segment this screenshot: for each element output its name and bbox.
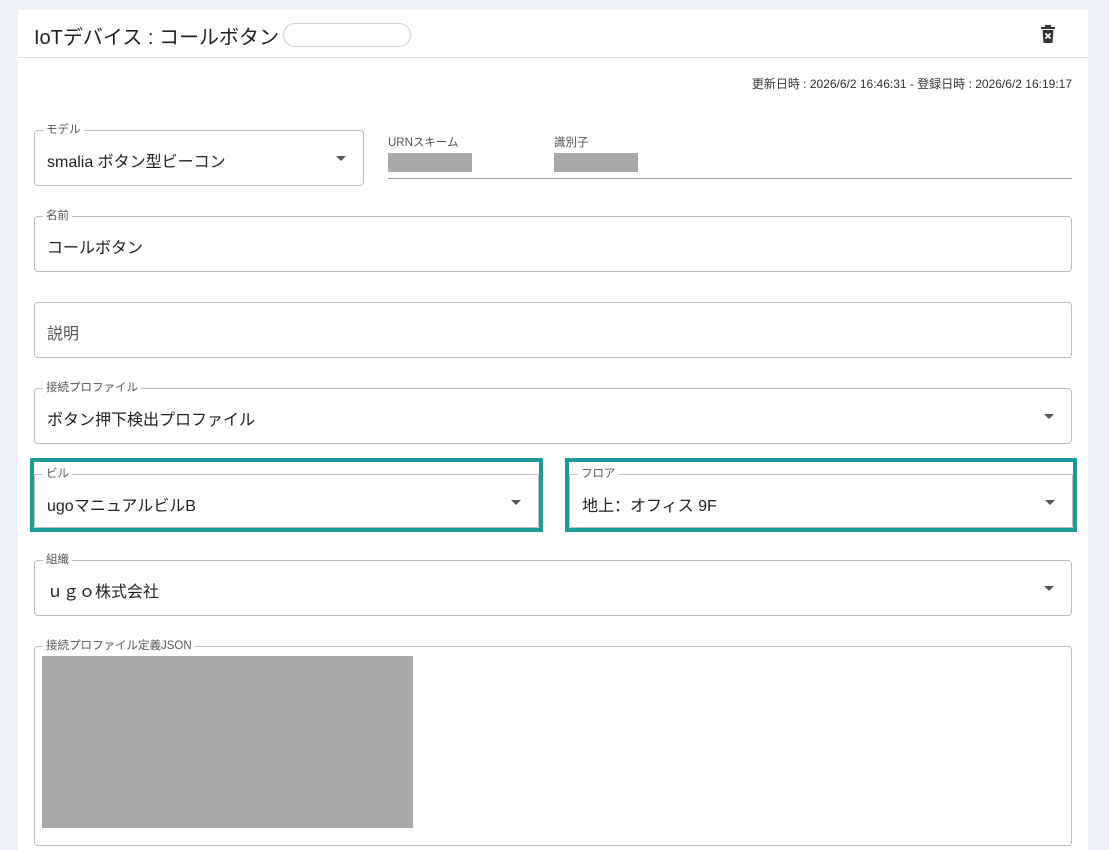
panel-header: IoTデバイス : コールボタン	[18, 10, 1088, 58]
profile-json-redacted	[42, 656, 413, 828]
trash-icon	[1041, 25, 1055, 43]
building-value: ugoマニュアルビルB	[47, 498, 196, 515]
delete-button[interactable]	[1036, 22, 1060, 46]
profile-json-field[interactable]: 接続プロファイル定義JSON	[34, 639, 1072, 846]
device-panel: IoTデバイス : コールボタン 更新日時 : 2026/6/2 16:46:3…	[18, 10, 1088, 850]
timestamps: 更新日時 : 2026/6/2 16:46:31 - 登録日時 : 2026/6…	[751, 77, 1072, 91]
organization-value: ｕｇｏ株式会社	[47, 584, 160, 601]
floor-value: 地上：オフィス 9F	[582, 498, 717, 515]
identifier-redacted	[554, 153, 638, 172]
urn-label: URNスキーム	[388, 137, 459, 149]
connection-profile-value: ボタン押下検出プロファイル	[47, 412, 256, 429]
building-select[interactable]: ビル ugoマニュアルビルB	[34, 467, 539, 528]
page-title: IoTデバイス : コールボタン	[34, 27, 279, 49]
floor-label: フロア	[578, 467, 619, 481]
building-label: ビル	[43, 467, 72, 481]
name-value: コールボタン	[47, 240, 144, 257]
profile-json-label: 接続プロファイル定義JSON	[43, 639, 195, 653]
description-placeholder: 説明	[47, 326, 80, 343]
connection-profile-select[interactable]: 接続プロファイル ボタン押下検出プロファイル	[34, 381, 1072, 444]
name-label: 名前	[43, 209, 72, 223]
model-select[interactable]: モデル smalia ボタン型ビーコン	[34, 123, 364, 186]
chevron-down-icon	[511, 500, 521, 505]
model-label: モデル	[43, 123, 84, 137]
organization-label: 組織	[43, 553, 72, 567]
urn-redacted	[388, 153, 472, 172]
chevron-down-icon	[1044, 586, 1054, 591]
connection-profile-label: 接続プロファイル	[43, 381, 141, 395]
floor-select[interactable]: フロア 地上：オフィス 9F	[569, 467, 1073, 528]
model-value: smalia ボタン型ビーコン	[47, 154, 226, 171]
readonly-underline	[388, 178, 1072, 179]
description-field[interactable]: 説明	[34, 302, 1072, 358]
name-field[interactable]: 名前 コールボタン	[34, 209, 1072, 272]
chevron-down-icon	[336, 156, 346, 161]
chevron-down-icon	[1044, 414, 1054, 419]
identifier-label: 識別子	[554, 137, 589, 149]
organization-select[interactable]: 組織 ｕｇｏ株式会社	[34, 553, 1072, 616]
chevron-down-icon	[1045, 500, 1055, 505]
title-status-pill	[283, 23, 411, 47]
